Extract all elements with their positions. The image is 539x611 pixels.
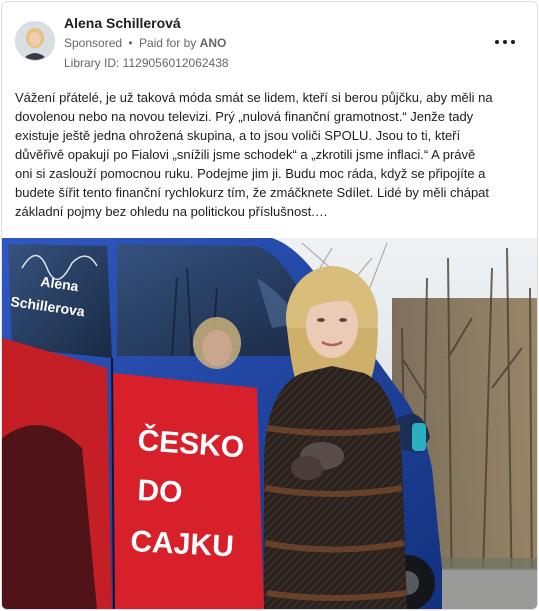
ad-card: Alena Schillerová Sponsored • Paid for b… bbox=[1, 1, 538, 610]
paid-for-name: ANO bbox=[199, 36, 227, 50]
avatar[interactable] bbox=[15, 21, 55, 61]
ad-body-text: Vážení přátelé, je už taková móda smát s… bbox=[15, 90, 493, 219]
van-slogan-line2: DO bbox=[137, 474, 184, 509]
van-slogan-line3: CAJKU bbox=[130, 525, 235, 563]
sponsored-label: Sponsored bbox=[64, 36, 123, 50]
library-id: Library ID: 1129056012062438 bbox=[64, 56, 229, 70]
avatar-image bbox=[16, 22, 54, 60]
ad-header: Alena Schillerová Sponsored • Paid for b… bbox=[2, 2, 537, 80]
paid-for-prefix: Paid for by bbox=[138, 36, 197, 50]
ad-creative-image[interactable]: Alena Schillerova ČESKO DO CAJKU bbox=[2, 238, 537, 609]
more-horizontal-icon[interactable] bbox=[493, 32, 517, 52]
separator: • bbox=[128, 36, 133, 50]
ad-meta: Sponsored • Paid for by ANO bbox=[64, 36, 226, 50]
page-name[interactable]: Alena Schillerová bbox=[64, 15, 181, 31]
ad-photo: Alena Schillerova ČESKO DO CAJKU bbox=[2, 238, 537, 609]
